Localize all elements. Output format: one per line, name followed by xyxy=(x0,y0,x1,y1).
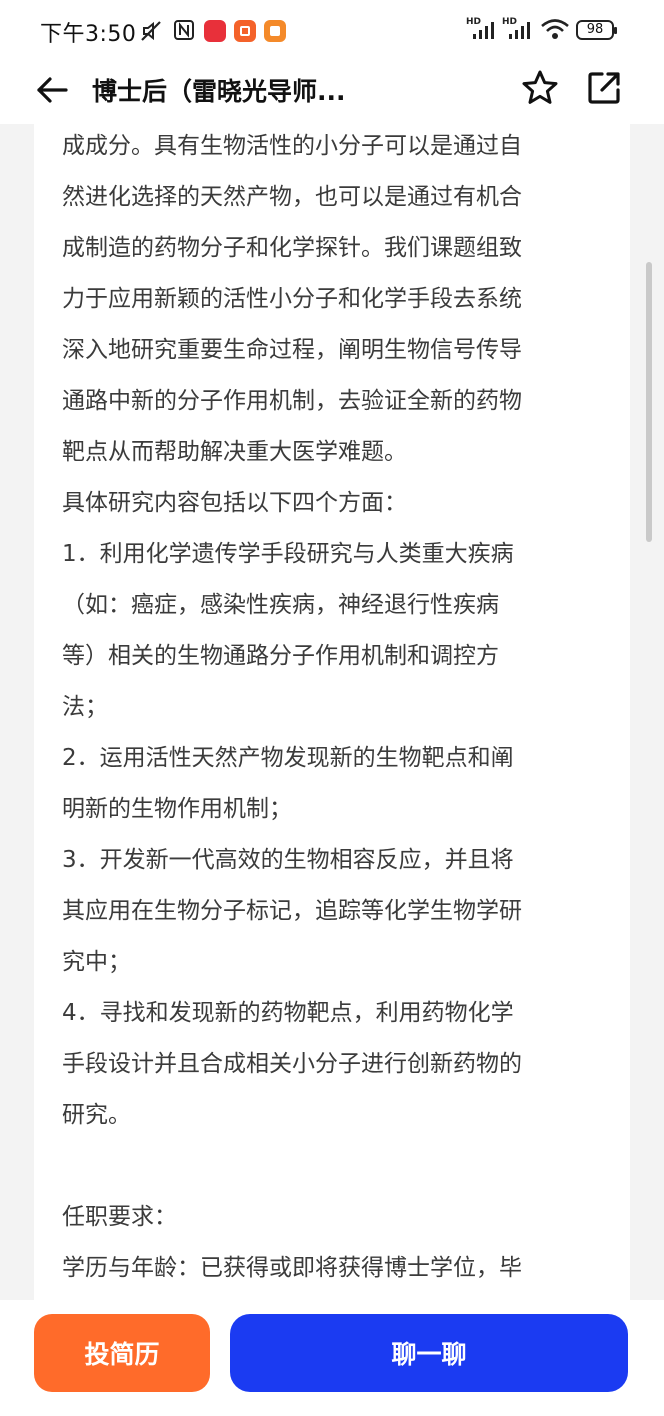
description-line: 4．寻找和发现新的药物靶点，利用药物化学 xyxy=(62,1000,514,1026)
description-line: 力于应用新颖的活性小分子和化学手段去系统 xyxy=(62,286,522,312)
description-line: 靶点从而帮助解决重大医学难题。 xyxy=(62,439,407,465)
description-line: 等）相关的生物通路分子作用机制和调控方 xyxy=(62,643,499,669)
signal-icon-2 xyxy=(509,22,530,39)
description-line: 具体研究内容包括以下四个方面： xyxy=(62,490,407,516)
description-line: 然进化选择的天然产物，也可以是通过有机合 xyxy=(62,184,522,210)
app-notification-icon-2 xyxy=(264,20,286,42)
description-line: 明新的生物作用机制； xyxy=(62,796,292,822)
nav-bar: 博士后（雷晓光导师... xyxy=(0,60,664,124)
nfc-icon xyxy=(174,20,194,40)
description-line: 其应用在生物分子标记，追踪等化学生物学研 xyxy=(62,898,522,924)
description-line: 2．运用活性天然产物发现新的生物靶点和阐 xyxy=(62,745,514,771)
description-line: 学历与年龄：已获得或即将获得博士学位，毕 xyxy=(62,1255,522,1281)
chat-button[interactable]: 聊一聊 xyxy=(230,1314,628,1392)
xiaohongshu-app-icon xyxy=(204,20,226,42)
back-arrow-icon[interactable] xyxy=(34,72,70,108)
description-line: （如：癌症，感染性疾病，神经退行性疾病 xyxy=(62,592,499,618)
signal-icon xyxy=(473,22,494,39)
mute-icon xyxy=(141,21,161,41)
description-line: 研究。 xyxy=(62,1102,131,1128)
description-line: 3．开发新一代高效的生物相容反应，并且将 xyxy=(62,847,514,873)
description-line: 1．利用化学遗传学手段研究与人类重大疾病 xyxy=(62,541,514,567)
share-icon[interactable] xyxy=(586,70,622,106)
description-line: 究中； xyxy=(62,949,131,975)
submit-resume-button[interactable]: 投简历 xyxy=(34,1314,210,1392)
status-bar: 下午3:50 HD HD 98 xyxy=(0,0,664,60)
battery-indicator: 98 xyxy=(576,20,617,40)
page-title: 博士后（雷晓光导师... xyxy=(92,77,346,106)
app-notification-icon xyxy=(234,20,256,42)
wifi-icon xyxy=(541,19,569,39)
description-line: 深入地研究重要生命过程，阐明生物信号传导 xyxy=(62,337,522,363)
job-description-card: 成成分。具有生物活性的小分子可以是通过自 然进化选择的天然产物，也可以是通过有机… xyxy=(34,124,630,1300)
bottom-action-bar: 投简历 聊一聊 xyxy=(0,1300,664,1416)
description-line: 手段设计并且合成相关小分子进行创新药物的 xyxy=(62,1051,522,1077)
description-line: 法； xyxy=(62,694,108,720)
description-line: 成制造的药物分子和化学探针。我们课题组致 xyxy=(62,235,522,261)
scrollbar[interactable] xyxy=(646,262,652,542)
star-favorite-icon[interactable] xyxy=(520,68,560,108)
description-line: 成成分。具有生物活性的小分子可以是通过自 xyxy=(62,133,522,159)
description-line: 通路中新的分子作用机制，去验证全新的药物 xyxy=(62,388,522,414)
status-time: 下午3:50 xyxy=(40,22,137,47)
requirements-heading: 任职要求： xyxy=(62,1204,177,1230)
